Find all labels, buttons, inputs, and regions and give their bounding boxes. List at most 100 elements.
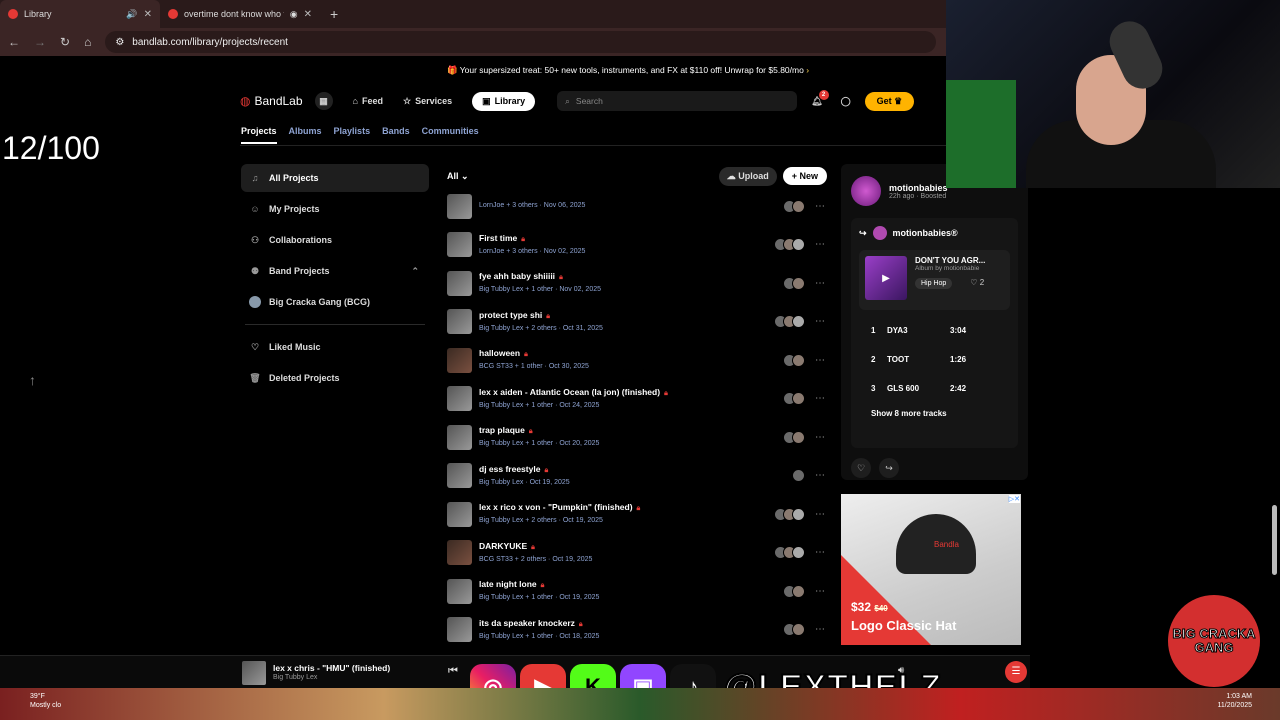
previous-track-icon[interactable]: ⏮ [448,665,458,678]
collaborator-avatars[interactable] [783,392,805,406]
more-options-icon[interactable]: ⋯ [815,586,825,597]
weather-widget[interactable]: 39°F Mostly clo [30,692,61,710]
home-icon[interactable]: ⌂ [84,35,91,49]
like-heart-icon[interactable]: ♡ [851,458,871,478]
project-title[interactable]: its da speaker knockerz 🔒︎ [479,617,599,631]
project-thumbnail[interactable] [447,617,472,643]
project-thumbnail[interactable] [447,386,472,412]
more-options-icon[interactable]: ⋯ [815,201,825,212]
taskbar-clock[interactable]: 1:03 AM 11/20/2025 [1217,692,1252,710]
upload-button[interactable]: ☁ Upload [718,166,777,186]
project-row[interactable]: trap plaque 🔒︎ Big Tubby Lex + 1 other · O… [447,418,827,457]
player-title[interactable]: lex x chris - "HMU" (finished) [273,663,390,673]
bandlab-logo[interactable]: ◍ BandLab [240,94,303,108]
project-row[interactable]: LornJoe + 3 others · Nov 06, 2025 ⋯ [447,187,827,226]
scroll-top-arrow-icon[interactable]: ↑ [29,372,36,388]
project-thumbnail[interactable] [447,463,472,489]
project-row[interactable]: its da speaker knockerz 🔒︎ Big Tubby Lex +… [447,611,827,650]
site-settings-icon[interactable]: ⚙ [115,37,124,48]
more-options-icon[interactable]: ⋯ [815,355,825,366]
browser-tab-overtime[interactable]: overtime dont know who to ◉ ✕ [160,0,320,28]
player-artist[interactable]: Big Tubby Lex [273,674,317,681]
reload-icon[interactable]: ↻ [60,35,70,49]
project-row[interactable]: late night lone 🔒︎ Big Tubby Lex + 1 other… [447,572,827,611]
project-row[interactable]: dj ess freestyle 🔒︎ Big Tubby Lex · Oct 19… [447,457,827,496]
play-icon[interactable]: ▶ [865,256,907,300]
collaborator-avatars[interactable] [783,199,805,213]
post-author[interactable]: motionbabies [889,183,948,193]
nav-library[interactable]: ▣ Library [472,91,536,111]
collaborator-avatars[interactable] [792,469,805,483]
genre-badge[interactable]: Hip Hop [915,278,953,289]
track-row[interactable]: 2 TOOT 1:26 [859,345,1010,374]
more-options-icon[interactable]: ⋯ [815,509,825,520]
more-options-icon[interactable]: ⋯ [815,393,825,404]
tab-bands[interactable]: Bands [382,126,410,144]
player-thumbnail[interactable] [242,661,266,685]
tab-communities[interactable]: Communities [422,126,479,144]
project-thumbnail[interactable] [447,232,472,258]
collaborator-avatars[interactable] [774,315,805,329]
filter-dropdown[interactable]: All ⌄ [447,171,469,182]
project-row[interactable]: lex x rico x von - "Pumpkin" (finished) 🔒… [447,495,827,534]
project-row[interactable]: halloween 🔒︎ BCG ST33 + 1 other · Oct 30, … [447,341,827,380]
collaborator-avatars[interactable] [774,238,805,252]
close-tab-icon[interactable]: ✕ [304,9,312,20]
sidebar-item-band-projects[interactable]: ⚉ Band Projects ⌃ [241,257,429,285]
shared-author[interactable]: motionbabies® [893,228,958,238]
project-row[interactable]: DARKYUKE 🔒︎ BCG ST33 + 2 others · Oct 19, … [447,534,827,573]
project-row[interactable]: First time 🔒︎ LornJoe + 3 others · Nov 02,… [447,226,827,265]
track-row[interactable]: 3 GLS 600 2:42 [859,374,1010,403]
ad-banner[interactable]: Bandla $32 $40 Logo Classic Hat ▷✕ [841,494,1021,645]
more-options-icon[interactable]: ⋯ [815,624,825,635]
project-row[interactable]: lex x aiden - Atlantic Ocean (la jon) (f… [447,380,827,419]
apps-grid-icon[interactable]: ▦ [314,92,333,110]
tab-playlists[interactable]: Playlists [334,126,371,144]
show-more-tracks-link[interactable]: Show 8 more tracks [859,409,1010,418]
sidebar-item-bcg[interactable]: Big Cracka Gang (BCG) [241,288,429,316]
promo-banner[interactable]: 🎁 Your supersized treat: 50+ new tools, … [0,60,946,80]
chevron-up-icon[interactable]: ⌃ [411,266,419,277]
project-thumbnail[interactable] [447,309,472,335]
project-thumbnail[interactable] [447,424,472,450]
browser-tab-library[interactable]: Library 🔊 ✕ [0,0,160,28]
project-thumbnail[interactable] [447,540,472,566]
sidebar-item-deleted-projects[interactable]: 🗑︎ Deleted Projects [241,364,429,392]
project-row[interactable]: protect type shi 🔒︎ Big Tubby Lex + 2 othe… [447,303,827,342]
more-options-icon[interactable]: ⋯ [815,278,825,289]
collaborator-avatars[interactable] [774,546,805,560]
project-title[interactable]: halloween 🔒︎ [479,347,589,361]
project-title[interactable]: late night lone 🔒︎ [479,578,599,592]
collaborator-avatars[interactable] [783,276,805,290]
tab-albums[interactable]: Albums [289,126,322,144]
sidebar-item-liked-music[interactable]: ♡ Liked Music [241,333,429,361]
nav-feed[interactable]: ⌂ Feed [353,96,383,106]
ad-choices-icon[interactable]: ▷✕ [1008,495,1020,503]
more-options-icon[interactable]: ⋯ [815,432,825,443]
more-options-icon[interactable]: ⋯ [815,239,825,250]
nav-services[interactable]: ☆ Services [403,96,452,107]
project-title[interactable]: lex x aiden - Atlantic Ocean (la jon) (f… [479,386,668,400]
share-icon[interactable]: ↪ [879,458,899,478]
close-tab-icon[interactable]: ✕ [144,9,152,20]
project-title[interactable]: First time 🔒︎ [479,232,585,246]
project-row[interactable]: fye ahh baby shiiiii 🔒︎ Big Tubby Lex + 1 … [447,264,827,303]
url-field[interactable]: ⚙ bandlab.com/library/projects/recent [105,31,936,53]
more-options-icon[interactable]: ⋯ [815,316,825,327]
notifications-bell-icon[interactable]: 🔔︎ 2 [811,89,829,107]
project-title[interactable]: trap plaque 🔒︎ [479,424,599,438]
project-title[interactable]: DARKYUKE 🔒︎ [479,540,592,554]
sidebar-item-collaborations[interactable]: ⚇ Collaborations [241,226,429,254]
project-title[interactable]: fye ahh baby shiiiii 🔒︎ [479,270,601,284]
new-tab-icon[interactable]: + [330,6,338,22]
forward-icon[interactable]: → [34,35,46,49]
queue-icon[interactable]: ☰ [1005,661,1027,683]
get-membership-button[interactable]: Get ♛ [864,91,915,111]
page-scrollbar[interactable] [1272,505,1277,575]
back-icon[interactable]: ← [8,35,20,49]
project-thumbnail[interactable] [447,347,472,373]
track-row[interactable]: 1 DYA3 3:04 [859,316,1010,345]
search-input[interactable]: ⌕ Search [557,91,798,111]
tab-projects[interactable]: Projects [241,126,277,144]
collaborator-avatars[interactable] [783,353,805,367]
